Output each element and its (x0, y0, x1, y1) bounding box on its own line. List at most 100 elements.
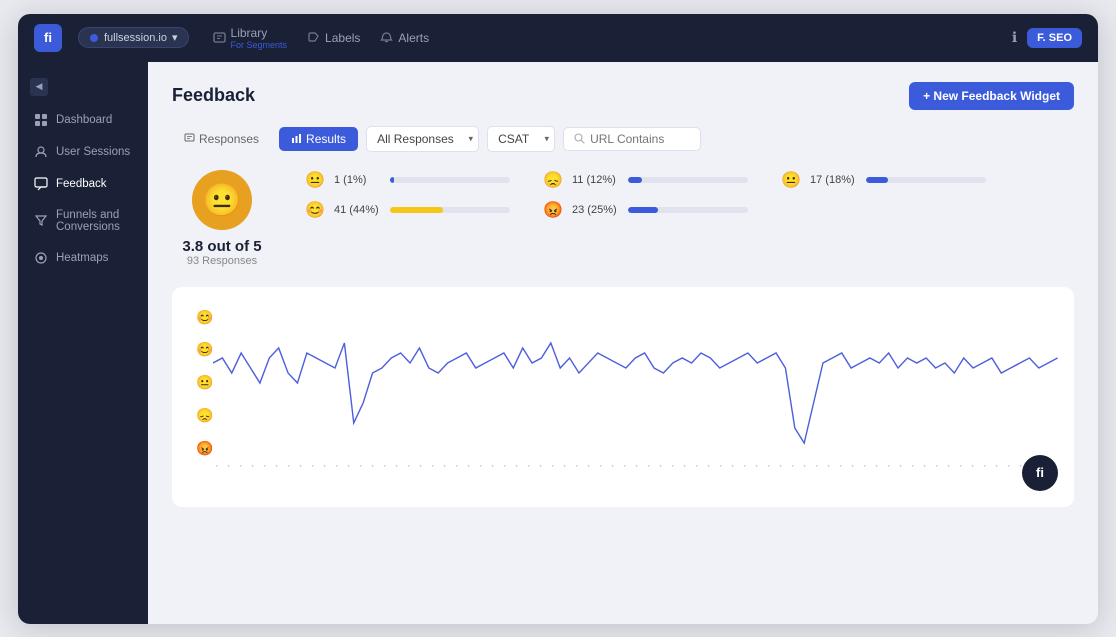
x-label: 2022-11-01 (717, 465, 727, 468)
info-icon[interactable]: ℹ (1012, 29, 1017, 46)
bar-outer-5 (866, 177, 986, 183)
x-label: 2022-07-01 (549, 465, 559, 468)
user-sessions-icon (34, 145, 48, 159)
x-label: 2022-01-17 (273, 465, 283, 468)
bar-inner-2 (390, 207, 443, 213)
user-badge[interactable]: F. SEO (1027, 28, 1082, 48)
x-label: 2022-02-28 (345, 465, 355, 468)
rating-bar-row-1: 😐 1 (1%) (304, 170, 510, 190)
feedback-icon (34, 177, 48, 191)
x-label: 2023-05-08 (909, 465, 919, 468)
chart-container: 😊 😊 😐 😞 😡 2021-1 (172, 287, 1074, 507)
url-search-input[interactable] (590, 132, 690, 146)
bar-inner-3 (628, 177, 642, 183)
workspace-badge[interactable]: fullsession.io ▾ (78, 27, 189, 48)
csat-dropdown[interactable]: CSAT (487, 126, 555, 152)
x-label: 2023-02-06 (813, 465, 823, 468)
rating-bar-row-3: 😞 11 (12%) (542, 170, 748, 190)
x-label: 2023-04-03 (873, 465, 883, 468)
all-responses-dropdown[interactable]: All Responses (366, 126, 479, 152)
rating-score: 3.8 out of 5 (182, 238, 261, 255)
x-label: 2022-08-26 (621, 465, 631, 468)
rating-bar-row-5: 😐 17 (18%) (780, 170, 986, 190)
tab-results[interactable]: Results (279, 127, 358, 151)
fi-fab[interactable]: fi (1022, 455, 1058, 491)
x-labels-inner: 2021-12-05 2021-12-12 2021-12-19 2021-12… (213, 465, 1058, 471)
x-label: 2022-07-15 (573, 465, 583, 468)
x-label: 2022-06-10 (513, 465, 523, 468)
sidebar-item-feedback[interactable]: Feedback (18, 168, 148, 200)
x-label: 2023-01-09 (789, 465, 799, 468)
bar-label-4: 23 (25%) (572, 204, 620, 216)
new-feedback-widget-button[interactable]: + New Feedback Widget (909, 82, 1074, 110)
rating-bar-row-4: 😡 23 (25%) (542, 200, 748, 220)
rating-count: 93 Responses (187, 255, 257, 267)
sidebar-item-heatmaps[interactable]: Heatmaps (18, 242, 148, 274)
responses-tab-icon (184, 133, 195, 144)
sidebar-item-user-sessions[interactable]: User Sessions (18, 136, 148, 168)
x-label: 2022-03-28 (393, 465, 403, 468)
sidebar-item-dashboard[interactable]: Dashboard (18, 104, 148, 136)
main-area: ◀ Dashboard User Sessions Feedback Funne… (18, 62, 1098, 624)
x-label: 2022-02-07 (309, 465, 319, 468)
x-label: 2022-09-23 (669, 465, 679, 468)
x-label: 2022-04-25 (441, 465, 451, 468)
content-area: Feedback + New Feedback Widget Responses… (148, 62, 1098, 624)
x-label: 2023-04-10 (885, 465, 895, 468)
x-label: 2022-01-31 (297, 465, 307, 468)
dashboard-icon (34, 113, 48, 127)
x-label: 2023-09-04 (1005, 465, 1015, 468)
x-label: 2021-12-05 (213, 465, 223, 468)
x-label: 2023-03-13 (849, 465, 859, 468)
x-label: 2023-07-03 (957, 465, 967, 468)
x-label: 2022-12-06 (765, 465, 775, 468)
x-label: 2023-02-13 (825, 465, 835, 468)
line-chart-svg (213, 303, 1058, 463)
rating-bars-right: 😐 17 (18%) (780, 170, 986, 190)
bar-outer-1 (390, 177, 510, 183)
nav-alerts[interactable]: Alerts (380, 31, 429, 45)
bar-emoji-3: 😞 (542, 170, 564, 190)
nav-labels[interactable]: Labels (307, 31, 360, 45)
x-label: 2022-06-24 (537, 465, 547, 468)
bar-outer-2 (390, 207, 510, 213)
x-label: 2022-01-24 (285, 465, 295, 468)
x-label: 2022-06-03 (501, 465, 511, 468)
url-search-box (563, 127, 701, 151)
library-icon (213, 31, 226, 44)
bar-emoji-4: 😡 (542, 200, 564, 220)
bar-inner-1 (390, 177, 394, 183)
filters-row: Responses Results All Responses ▾ CSAT (172, 126, 1074, 152)
x-label: 2023-08-21 (993, 465, 1003, 468)
chart-line (213, 343, 1058, 443)
x-label: 2022-08-19 (609, 465, 619, 468)
x-label: 2021-12-12 (225, 465, 235, 468)
x-label: 2023-05-22 (921, 465, 931, 468)
rating-emoji: 😐 (192, 170, 252, 230)
x-label: 2022-08-05 (585, 465, 595, 468)
x-label: 2022-05-02 (453, 465, 463, 468)
top-nav: Library For Segments Labels Alerts (213, 26, 430, 50)
funnels-icon (34, 214, 48, 228)
y-label-3: 😐 (196, 374, 213, 391)
rating-bars-mid: 😞 11 (12%) 😡 23 (25%) (542, 170, 748, 220)
bar-label-1: 1 (1%) (334, 174, 382, 186)
rating-bars-left: 😐 1 (1%) 😊 41 (44%) (304, 170, 510, 220)
bar-outer-3 (628, 177, 748, 183)
sidebar-item-funnels[interactable]: Funnels and Conversions (18, 200, 148, 242)
check-icon (89, 33, 99, 43)
bar-inner-5 (866, 177, 888, 183)
x-label: 2023-01-16 (801, 465, 811, 468)
nav-library[interactable]: Library For Segments (213, 26, 288, 50)
x-label: 2022-09-09 (645, 465, 655, 468)
x-label: 2022-04-18 (429, 465, 439, 468)
heatmaps-icon (34, 251, 48, 265)
csat-dropdown-wrapper: CSAT ▾ (487, 126, 555, 152)
y-label-2: 😊 (196, 341, 213, 358)
tab-responses[interactable]: Responses (172, 127, 271, 151)
x-label: 2023-06-05 (933, 465, 943, 468)
x-label: 2023-05-01 (897, 465, 907, 468)
sidebar-collapse-btn[interactable]: ◀ (30, 78, 48, 96)
x-label: 2022-09-02 (633, 465, 643, 468)
chart-y-axis: 😊 😊 😐 😞 😡 (196, 303, 213, 463)
